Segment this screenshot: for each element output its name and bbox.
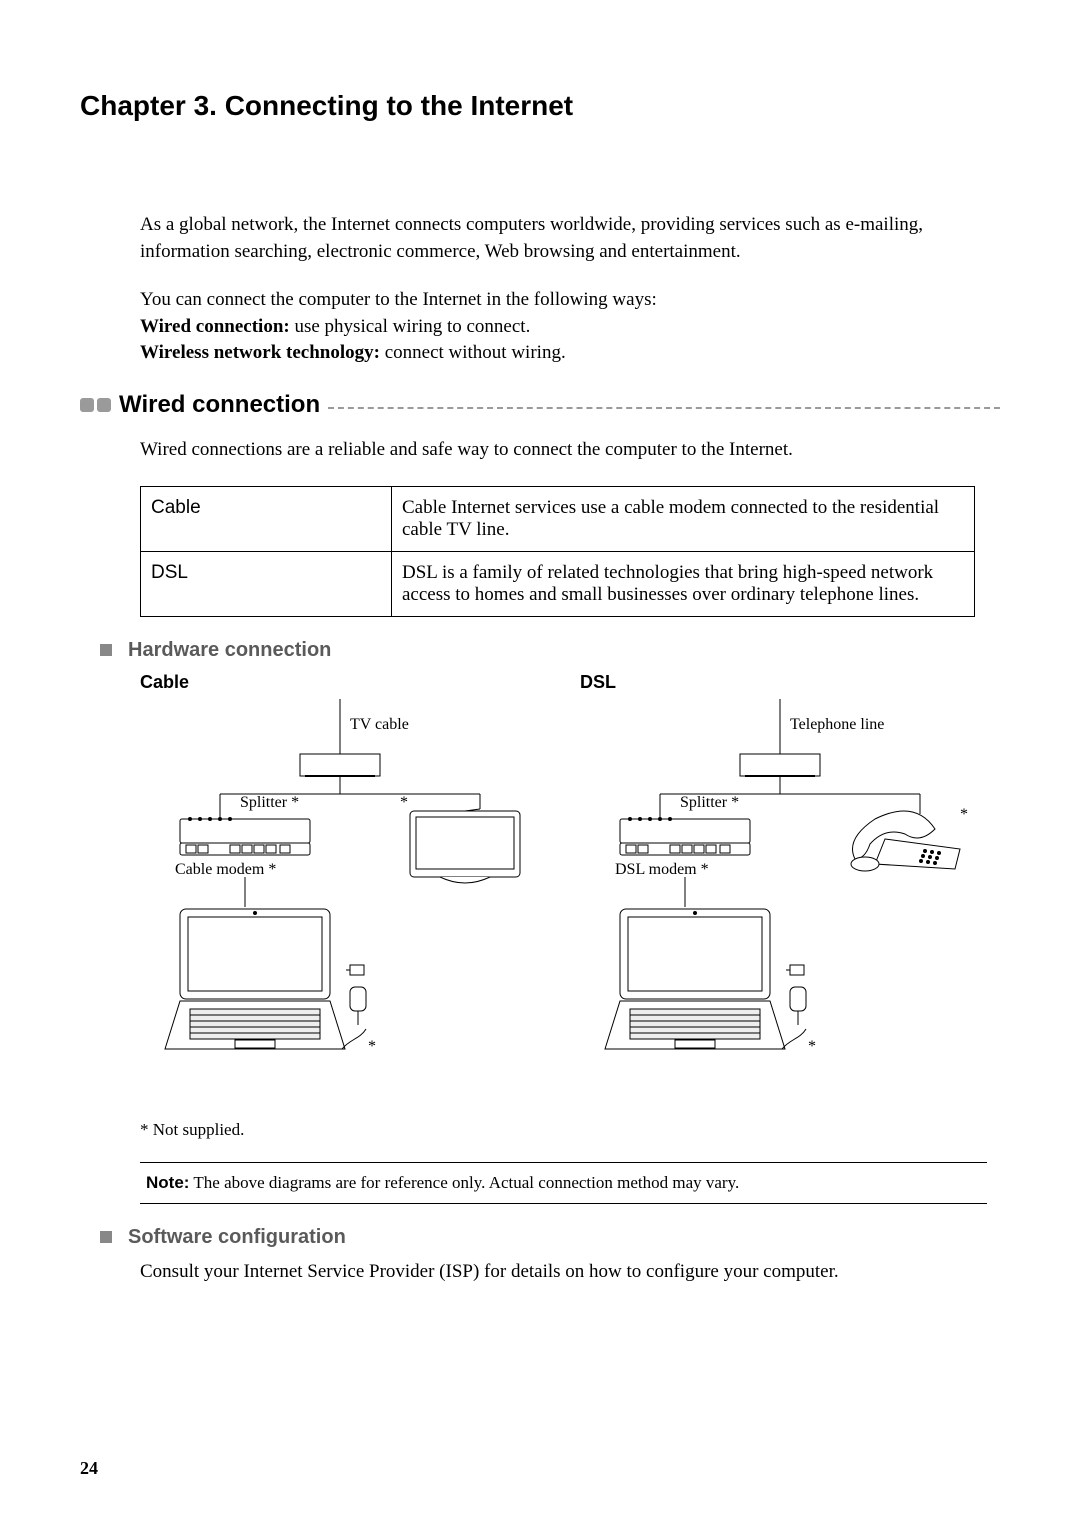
dsl-diagram-svg: Telephone line Splitter * * [580, 699, 980, 1099]
wireless-label: Wireless network technology: [140, 342, 385, 363]
cable-modem-label: Cable modem * [175, 861, 276, 878]
asterisk-label-3: * [960, 806, 968, 823]
section-bullets-icon [80, 398, 111, 412]
section-wired-connection: Wired connection [80, 391, 1000, 419]
modem-icon [620, 817, 750, 855]
tv-icon [410, 811, 520, 883]
modem-icon [180, 817, 310, 855]
not-supplied-note: * Not supplied. [140, 1120, 1000, 1140]
connection-ways-intro: You can connect the computer to the Inte… [140, 289, 657, 310]
wired-desc-inline: use physical wiring to connect. [294, 316, 530, 337]
table-row: Cable Cable Internet services use a cabl… [141, 486, 975, 551]
subsection-title-software: Software configuration [128, 1226, 346, 1249]
wired-types-table: Cable Cable Internet services use a cabl… [140, 486, 975, 617]
note-text: The above diagrams are for reference onl… [193, 1173, 739, 1192]
telephone-line-label: Telephone line [790, 716, 884, 733]
laptop-icon: * [165, 909, 376, 1055]
chapter-title: Chapter 3. Connecting to the Internet [80, 90, 1000, 122]
page-number: 24 [80, 1458, 98, 1479]
connection-ways: You can connect the computer to the Inte… [140, 287, 1000, 367]
intro-paragraph: As a global network, the Internet connec… [140, 212, 1000, 265]
dashed-rule-icon [328, 407, 1000, 409]
diagrams-row: Cable TV cable Splitter * * [140, 672, 1000, 1104]
dsl-body: DSL is a family of related technologies … [392, 551, 975, 616]
dsl-modem-label: DSL modem * [615, 861, 709, 878]
telephone-icon [851, 811, 960, 871]
note-label: Note: [146, 1173, 189, 1192]
subsection-title: Hardware connection [128, 639, 331, 662]
subsection-hardware: Hardware connection [100, 639, 1000, 662]
section-title: Wired connection [119, 391, 320, 419]
wired-description: Wired connections are a reliable and saf… [140, 437, 1000, 464]
splitter-label: Splitter * [240, 794, 299, 811]
dsl-head: DSL [141, 551, 392, 616]
note-box: Note: The above diagrams are for referen… [140, 1162, 987, 1204]
splitter-label-2: Splitter * [680, 794, 739, 811]
asterisk-label-1: * [400, 794, 408, 811]
table-row: DSL DSL is a family of related technolog… [141, 551, 975, 616]
tv-cable-label: TV cable [350, 716, 409, 733]
wired-label: Wired connection: [140, 316, 294, 337]
cable-head: Cable [141, 486, 392, 551]
square-bullet-icon [100, 644, 112, 656]
square-bullet-icon [100, 1231, 112, 1243]
cable-diagram: Cable TV cable Splitter * * [140, 672, 540, 1104]
dsl-diagram-title: DSL [580, 672, 980, 693]
wireless-desc-inline: connect without wiring. [385, 342, 566, 363]
page: Chapter 3. Connecting to the Internet As… [0, 0, 1080, 1529]
cable-body: Cable Internet services use a cable mode… [392, 486, 975, 551]
cable-diagram-svg: TV cable Splitter * * [140, 699, 540, 1099]
asterisk-label-4: * [808, 1038, 816, 1055]
dsl-diagram: DSL Telephone line Splitter * * [580, 672, 980, 1104]
laptop-icon: * [605, 909, 816, 1055]
software-text: Consult your Internet Service Provider (… [140, 1259, 1000, 1286]
subsection-software: Software configuration [100, 1226, 1000, 1249]
cable-diagram-title: Cable [140, 672, 540, 693]
asterisk-label-2: * [368, 1038, 376, 1055]
